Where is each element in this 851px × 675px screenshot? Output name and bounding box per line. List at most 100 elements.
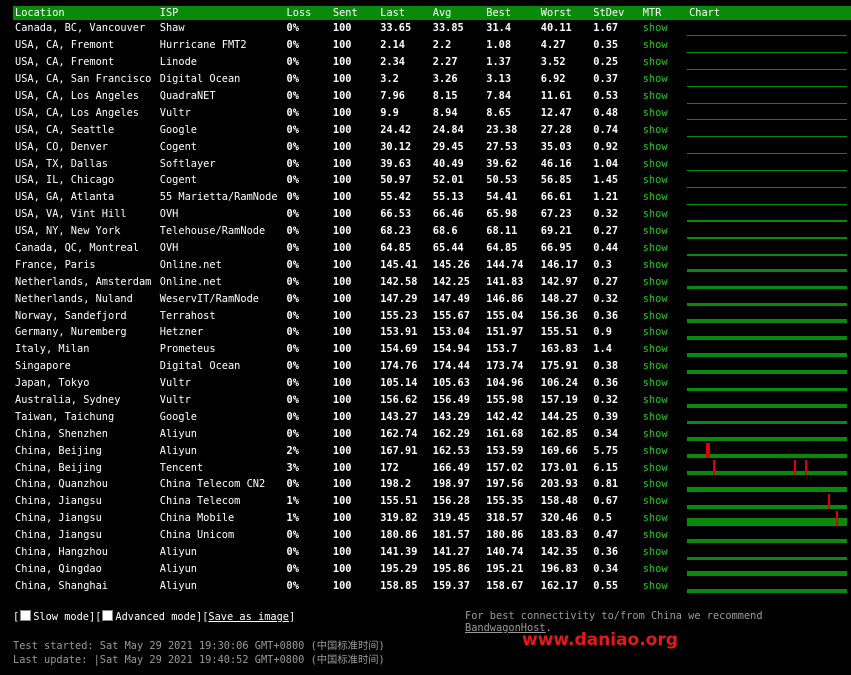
cell-loss: 0% [286, 546, 299, 559]
cell-sent: 100 [332, 326, 352, 339]
cell-location: China, Shenzhen [15, 427, 108, 440]
mtr-show-link[interactable]: show [643, 191, 668, 203]
advanced-mode-label[interactable]: Advanced mode [115, 611, 196, 623]
mtr-show-link[interactable]: show [643, 39, 668, 51]
mtr-show-link[interactable]: show [643, 124, 668, 136]
latency-bar [687, 504, 848, 509]
cell-chart [687, 206, 851, 223]
cell-last: 33.65 [380, 22, 412, 35]
latency-chart [687, 153, 848, 155]
save-image-link[interactable]: Save as image [208, 611, 289, 623]
col-loss[interactable]: Loss [284, 6, 331, 20]
cell-stdev: 0.74 [593, 123, 619, 136]
mtr-show-link[interactable]: show [643, 428, 668, 440]
cell-last: 195.29 [380, 562, 418, 575]
slow-mode-checkbox[interactable] [20, 610, 32, 621]
latency-chart [687, 68, 848, 70]
mid-bracket-2: ][ [196, 611, 209, 623]
latency-chart [687, 253, 848, 256]
cell-chart [687, 256, 851, 273]
mtr-show-link[interactable]: show [643, 174, 668, 186]
cell-worst: 196.83 [540, 562, 578, 575]
mtr-show-link[interactable]: show [643, 73, 668, 85]
cell-avg: 143.29 [432, 410, 470, 423]
cell-loss: 0% [286, 90, 299, 102]
mtr-show-link[interactable]: show [643, 512, 668, 524]
mtr-show-link[interactable]: show [643, 445, 668, 457]
cell-best: 3.13 [486, 73, 512, 86]
mtr-show-link[interactable]: show [643, 360, 668, 372]
mtr-show-link[interactable]: show [643, 411, 668, 423]
col-avg[interactable]: Avg [430, 6, 485, 20]
cell-chart [687, 172, 851, 189]
advanced-mode-checkbox[interactable] [102, 610, 114, 621]
col-best[interactable]: Best [484, 6, 539, 20]
cell-avg: 162.53 [432, 444, 470, 457]
mtr-show-link[interactable]: show [643, 259, 668, 271]
mtr-show-link[interactable]: show [643, 478, 668, 490]
mtr-show-link[interactable]: show [643, 326, 668, 338]
col-isp[interactable]: ISP [157, 6, 285, 20]
mtr-show-link[interactable]: show [643, 56, 668, 68]
col-worst[interactable]: Worst [538, 6, 592, 20]
cell-stdev: 0.36 [593, 377, 619, 390]
cell-loss: 0% [286, 562, 299, 575]
cell-loss: 0% [286, 258, 299, 271]
mtr-show-link[interactable]: show [643, 310, 668, 322]
cell-mtr: show [641, 392, 687, 409]
col-stdev[interactable]: StDev [591, 6, 641, 20]
mtr-show-link[interactable]: show [643, 580, 668, 592]
col-sent[interactable]: Sent [330, 6, 379, 20]
table-row: Australia, Sydney Vultr 0% 100 156.62 156.49 1… [13, 392, 851, 409]
cell-best: 318.57 [486, 512, 524, 525]
cell-location: Japan, Tokyo [15, 377, 90, 390]
loss-spike [794, 460, 797, 476]
cell-avg: 55.13 [432, 191, 464, 204]
cell-worst: 162.17 [540, 579, 578, 592]
cell-location: USA, VA, Vint Hill [15, 208, 127, 221]
cell-sent: 100 [332, 242, 352, 255]
mtr-show-link[interactable]: show [643, 90, 668, 102]
mtr-show-link[interactable]: show [643, 529, 668, 541]
cell-location: USA, CA, Fremont [15, 56, 115, 69]
mtr-show-link[interactable]: show [643, 563, 668, 575]
col-last[interactable]: Last [378, 6, 431, 20]
mtr-show-link[interactable]: show [643, 22, 668, 34]
mtr-show-link[interactable]: show [643, 141, 668, 153]
mtr-show-link[interactable]: show [643, 462, 668, 474]
cell-last: 2.14 [380, 39, 406, 52]
cell-loss: 0% [286, 73, 299, 86]
mtr-show-link[interactable]: show [643, 377, 668, 389]
mtr-show-link[interactable]: show [643, 158, 668, 170]
cell-sent: 100 [332, 73, 352, 86]
cell-isp: Aliyun [159, 562, 197, 575]
mtr-show-link[interactable]: show [643, 495, 668, 507]
mtr-show-link[interactable]: show [643, 225, 668, 237]
mtr-show-link[interactable]: show [643, 208, 668, 220]
cell-avg: 40.49 [432, 157, 464, 170]
mtr-show-link[interactable]: show [643, 546, 668, 558]
mtr-show-link[interactable]: show [643, 343, 668, 355]
mtr-show-link[interactable]: show [643, 242, 668, 254]
mtr-show-link[interactable]: show [643, 394, 668, 406]
cell-mtr: show [641, 206, 687, 223]
cell-worst: 66.95 [540, 242, 572, 255]
cell-loss: 0% [286, 394, 299, 407]
cell-avg: 29.45 [432, 140, 464, 153]
cell-chart [687, 510, 851, 527]
cell-best: 155.04 [486, 309, 524, 322]
mtr-show-link[interactable]: show [643, 107, 668, 119]
cell-mtr: show [641, 37, 687, 54]
col-location[interactable]: Location [13, 6, 158, 20]
cell-worst: 162.85 [540, 427, 578, 440]
cell-avg: 181.57 [432, 529, 470, 542]
mtr-show-link[interactable]: show [643, 276, 668, 288]
mtr-show-link[interactable]: show [643, 293, 668, 305]
cell-stdev: 5.75 [593, 444, 619, 457]
latency-bar [687, 170, 848, 172]
cell-chart [687, 240, 851, 257]
latency-chart [687, 486, 848, 492]
slow-mode-label[interactable]: Slow mode [33, 611, 89, 623]
cell-last: 155.51 [380, 495, 418, 508]
cell-stdev: 1.04 [593, 157, 619, 170]
